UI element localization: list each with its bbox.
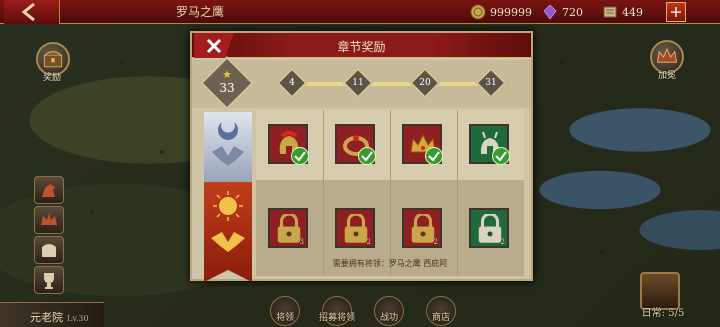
tab-label: 商店	[431, 313, 450, 323]
gem-value: 720	[562, 5, 583, 19]
reward-item-helmet[interactable]	[268, 124, 309, 165]
rewards-label: 奖励	[42, 73, 61, 83]
world-map: 罗马之鹰 999999 720 449 + 奖励 加冕 元老院 Lv.30 将领…	[0, 0, 720, 327]
tab-label: 将领	[275, 313, 294, 323]
back-arrow-icon	[21, 3, 35, 21]
milestone-value: 31	[485, 78, 497, 88]
divider	[390, 110, 391, 276]
tab-label: 战功	[379, 313, 398, 323]
item-quantity: 3	[299, 238, 304, 246]
reward-item-ring[interactable]	[335, 124, 376, 165]
horse-icon	[42, 184, 55, 197]
star-progress: ★ 33 4 11 20 31	[192, 56, 531, 110]
milestone-value: 20	[419, 78, 431, 88]
milestone-value: 11	[352, 78, 364, 88]
chest-icon	[42, 244, 56, 257]
eagle-sun-emblem-icon	[211, 191, 245, 252]
milestone: 20	[409, 67, 441, 99]
item-quantity: 2	[500, 238, 505, 246]
map-terrain	[560, 60, 564, 64]
locked-reward-4[interactable]: 2	[469, 208, 509, 248]
tab-recruit[interactable]: 招募将领	[314, 296, 360, 327]
claimed-check-icon	[425, 147, 443, 165]
tab-label: 招募将领	[318, 313, 355, 323]
progress-track	[292, 82, 492, 86]
claimed-check-icon	[492, 147, 510, 165]
gem-counter[interactable]: 720	[542, 3, 583, 21]
crown-icon	[656, 48, 678, 63]
milestone-value: 4	[289, 78, 295, 88]
milestone: 31	[475, 67, 507, 99]
scroll-icon	[603, 6, 617, 18]
back-button[interactable]	[4, 0, 60, 24]
map-terrain	[160, 150, 164, 154]
add-resource-button[interactable]: +	[666, 2, 686, 22]
dialog-header: 章节奖励	[192, 33, 531, 58]
eagle-moon-emblem-icon	[212, 122, 244, 166]
scroll-counter[interactable]: 449	[602, 3, 643, 21]
item-quantity: 2	[433, 238, 438, 246]
crown-menu-button[interactable]	[34, 206, 64, 234]
claimed-check-icon	[358, 147, 376, 165]
gold-counter[interactable]: 999999	[470, 3, 532, 21]
treasure-chest-icon	[43, 51, 63, 68]
trophy-icon	[44, 273, 54, 289]
locked-reward-3[interactable]: 2	[402, 208, 442, 248]
rewards-grid: 3 2 2 2	[256, 110, 524, 276]
crown-label: 加冕	[657, 71, 676, 81]
senate-button[interactable]: 元老院 Lv.30	[0, 302, 104, 327]
purple-gem-icon	[543, 4, 557, 20]
top-bar: 罗马之鹰 999999 720 449 +	[0, 0, 720, 24]
gold-value: 999999	[490, 5, 532, 19]
reward-item-crown[interactable]	[402, 124, 443, 165]
daily-progress-label: 日常: 5/5	[641, 308, 685, 319]
locked-reward-2[interactable]: 2	[335, 208, 375, 248]
map-terrain	[120, 60, 124, 64]
tab-shop[interactable]: 商店	[418, 296, 464, 327]
star-count-badge: ★ 33	[200, 56, 254, 110]
scroll-value: 449	[622, 5, 643, 19]
senate-label: 元老院	[30, 311, 63, 324]
star-icon: ★	[222, 68, 232, 81]
difficulty-banner-silver	[204, 112, 252, 182]
tab-generals[interactable]: 将领	[262, 296, 308, 327]
locked-reward-1[interactable]: 3	[268, 208, 308, 248]
cavalry-button[interactable]	[34, 176, 64, 204]
reward-item-helmet-green[interactable]	[469, 124, 510, 165]
map-terrain	[90, 210, 94, 214]
milestone: 11	[342, 67, 374, 99]
gold-coin-icon	[470, 4, 486, 20]
star-count: 33	[219, 81, 235, 95]
dialog-title: 章节奖励	[337, 40, 386, 54]
divider	[457, 110, 458, 276]
difficulty-banner-gold	[204, 182, 252, 282]
claimed-check-icon	[291, 147, 309, 165]
milestone: 4	[276, 67, 308, 99]
chest-menu-button[interactable]	[34, 236, 64, 264]
page-title: 罗马之鹰	[175, 5, 224, 19]
item-quantity: 2	[366, 238, 371, 246]
chapter-rewards-dialog: 章节奖励 ★ 33 4 11 20 31 3 2 2 2 需要拥有将领：罗马之鹰…	[190, 31, 533, 282]
unlock-requirement-text: 需要拥有将领：罗马之鹰 西庇阿	[332, 259, 448, 268]
senate-level: Lv.30	[67, 314, 89, 323]
tab-merit[interactable]: 战功	[366, 296, 412, 327]
crown-icon	[41, 213, 57, 225]
trophy-button[interactable]	[34, 266, 64, 294]
divider	[323, 110, 324, 276]
map-terrain	[600, 250, 604, 254]
